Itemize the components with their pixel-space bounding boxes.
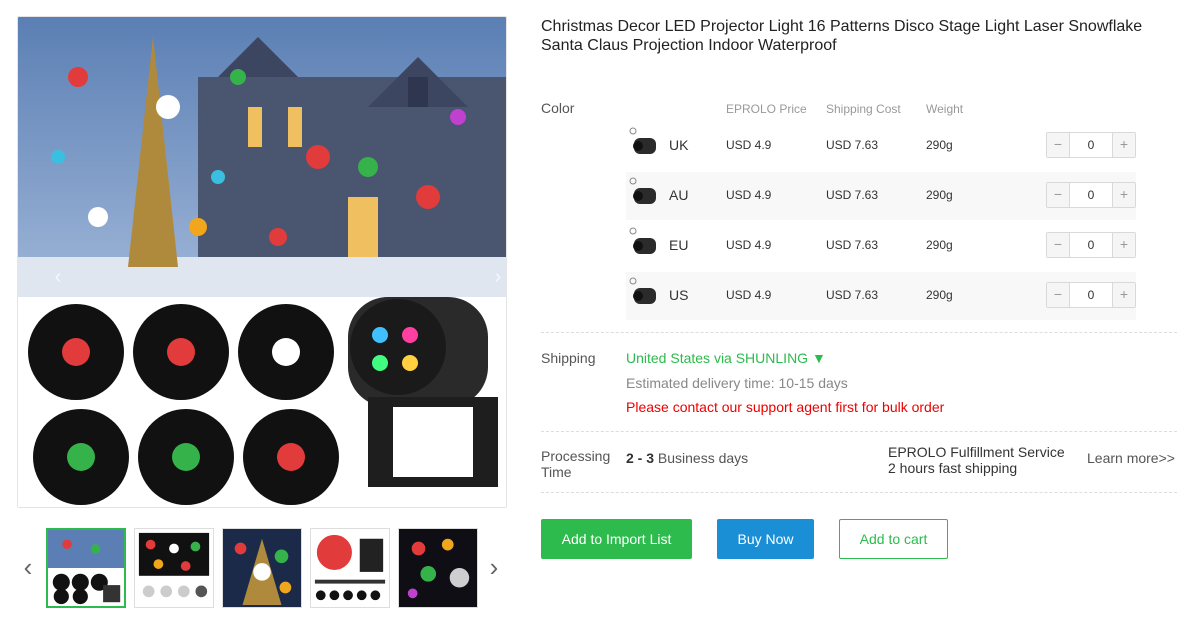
variant-row-au: AU USD 4.9 USD 7.63 290g − 0 +: [626, 172, 1136, 220]
decrease-quantity-button[interactable]: −: [1047, 233, 1070, 257]
product-title-line-1: Christmas Decor LED Projector Light 16 P…: [541, 18, 1143, 35]
variant-weight: 290g: [926, 188, 953, 202]
shipping-label: Shipping: [541, 350, 596, 366]
projector-thumb-icon: [629, 277, 656, 304]
projector-thumb-icon: [629, 127, 656, 154]
variant-price: USD 4.9: [726, 188, 772, 202]
header-weight: Weight: [926, 102, 964, 116]
product-photo: [18, 17, 506, 507]
shipping-method-dropdown[interactable]: United States via SHUNLING ▼: [626, 350, 826, 366]
variant-shipping-cost: USD 7.63: [826, 288, 879, 302]
projector-thumb-icon: [629, 177, 656, 204]
processing-time-label: Processing Time: [541, 448, 610, 480]
quantity-stepper: − 0 +: [1046, 182, 1136, 208]
header-shipping: Shipping Cost: [826, 102, 901, 116]
processing-label-line-1: Processing: [541, 448, 611, 464]
color-label: Color: [541, 100, 575, 116]
thumbnail-1[interactable]: [46, 528, 126, 608]
variant-name: AU: [669, 187, 689, 203]
decrease-quantity-button[interactable]: −: [1047, 183, 1070, 207]
variant-shipping-cost: USD 7.63: [826, 138, 879, 152]
quantity-input[interactable]: 0: [1070, 183, 1112, 207]
product-title: Christmas Decor LED Projector Light 16 P…: [541, 17, 1171, 55]
main-image-next-arrow[interactable]: ›: [488, 265, 506, 289]
increase-quantity-button[interactable]: +: [1112, 183, 1135, 207]
variant-name: UK: [669, 137, 689, 153]
add-to-import-list-button[interactable]: Add to Import List: [541, 519, 692, 559]
fulfillment-line-2: 2 hours fast shipping: [888, 460, 1018, 476]
variant-row-uk: UK USD 4.9 USD 7.63 290g − 0 +: [626, 122, 1136, 170]
variant-shipping-cost: USD 7.63: [826, 238, 879, 252]
quantity-input[interactable]: 0: [1070, 283, 1112, 307]
decrease-quantity-button[interactable]: −: [1047, 133, 1070, 157]
increase-quantity-button[interactable]: +: [1112, 233, 1135, 257]
variant-name: US: [669, 287, 689, 303]
quantity-stepper: − 0 +: [1046, 232, 1136, 258]
projector-thumb-icon: [629, 227, 656, 254]
buy-now-button[interactable]: Buy Now: [717, 519, 814, 559]
thumbnail-2[interactable]: [134, 528, 214, 608]
main-product-image[interactable]: ‹ ›: [17, 16, 507, 508]
learn-more-link[interactable]: Learn more>>: [1087, 450, 1175, 466]
thumbnail-3[interactable]: [222, 528, 302, 608]
fulfillment-line-1: EPROLO Fulfillment Service: [888, 444, 1065, 460]
variant-row-eu: EU USD 4.9 USD 7.63 290g − 0 +: [626, 222, 1136, 270]
delivery-estimate: Estimated delivery time: 10-15 days: [626, 375, 848, 391]
increase-quantity-button[interactable]: +: [1112, 133, 1135, 157]
increase-quantity-button[interactable]: +: [1112, 283, 1135, 307]
variant-weight: 290g: [926, 138, 953, 152]
variant-shipping-cost: USD 7.63: [826, 188, 879, 202]
processing-days-value: 2 - 3: [626, 450, 655, 466]
quantity-stepper: − 0 +: [1046, 282, 1136, 308]
variant-price: USD 4.9: [726, 288, 772, 302]
main-image-prev-arrow[interactable]: ‹: [48, 265, 68, 289]
processing-days-suffix: Business days: [654, 450, 749, 466]
thumbnail-next-arrow[interactable]: ›: [483, 552, 505, 584]
decrease-quantity-button[interactable]: −: [1047, 283, 1070, 307]
variant-name: EU: [669, 237, 689, 253]
quantity-input[interactable]: 0: [1070, 133, 1112, 157]
bulk-order-warning: Please contact our support agent first f…: [626, 399, 945, 415]
fulfillment-service: EPROLO Fulfillment Service 2 hours fast …: [888, 444, 1065, 476]
variant-price: USD 4.9: [726, 238, 772, 252]
processing-label-line-2: Time: [541, 464, 572, 480]
variant-weight: 290g: [926, 238, 953, 252]
quantity-input[interactable]: 0: [1070, 233, 1112, 257]
quantity-stepper: − 0 +: [1046, 132, 1136, 158]
thumbnail-strip: ‹ ›: [17, 528, 507, 610]
processing-days: 2 - 3 Business days: [626, 450, 748, 466]
thumbnail-4[interactable]: [310, 528, 390, 608]
section-divider: [541, 431, 1177, 432]
variant-row-us: US USD 4.9 USD 7.63 290g − 0 +: [626, 272, 1136, 320]
header-price: EPROLO Price: [726, 102, 807, 116]
thumbnail-prev-arrow[interactable]: ‹: [17, 552, 39, 584]
add-to-cart-button[interactable]: Add to cart: [839, 519, 948, 559]
section-divider: [541, 332, 1177, 333]
thumbnail-5[interactable]: [398, 528, 478, 608]
section-divider: [541, 492, 1177, 493]
product-title-line-2: Santa Claus Projection Indoor Waterproof: [541, 37, 837, 54]
variant-price: USD 4.9: [726, 138, 772, 152]
variant-weight: 290g: [926, 288, 953, 302]
